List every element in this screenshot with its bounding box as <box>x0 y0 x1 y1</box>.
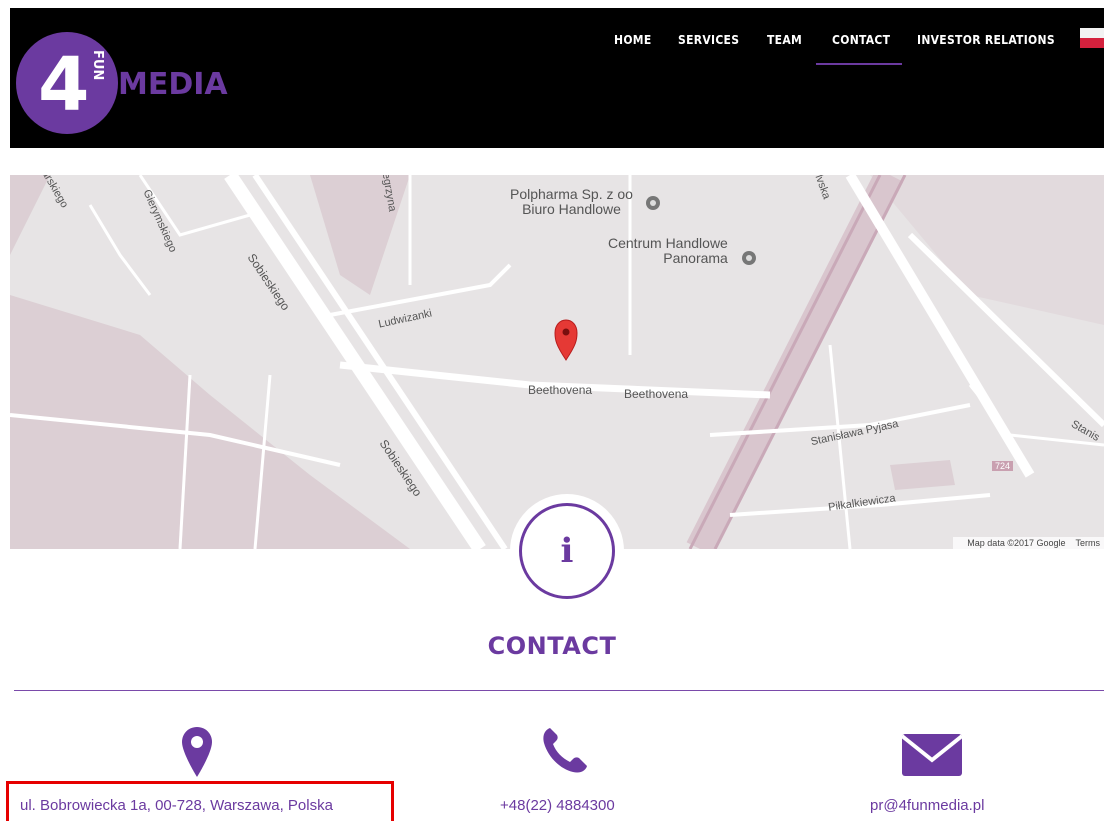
contact-email[interactable]: pr@4funmedia.pl <box>870 797 984 814</box>
envelope-icon <box>900 730 964 783</box>
google-map[interactable]: Polpharma Sp. z oo Biuro Handlowe Centrum… <box>10 175 1104 549</box>
map-attribution: Map data ©2017 Google <box>967 538 1066 548</box>
contact-phone[interactable]: +48(22) 4884300 <box>500 797 615 814</box>
section-divider <box>14 690 1104 691</box>
street-beethovena-1: Beethovena <box>528 383 593 397</box>
address-highlight-box <box>6 781 394 821</box>
road-724-badge: 724 <box>992 461 1014 471</box>
main-nav: HOME SERVICES TEAM CONTACT INVESTOR RELA… <box>10 8 1104 148</box>
location-pin-icon <box>180 725 214 784</box>
phone-icon <box>540 725 590 780</box>
nav-home[interactable]: HOME <box>614 33 652 47</box>
polish-flag-icon[interactable] <box>1080 28 1104 48</box>
poi-centrum-handlowe[interactable]: Centrum Handlowe Panorama <box>608 236 728 266</box>
street-beethovena-2: Beethovena <box>624 387 689 401</box>
map-terms-link[interactable]: Terms <box>1076 538 1101 548</box>
nav-services[interactable]: SERVICES <box>678 33 739 47</box>
nav-contact[interactable]: CONTACT <box>832 33 890 47</box>
info-badge: i <box>519 503 615 599</box>
site-header: 4 FUN MEDIA HOME SERVICES TEAM CONTACT I… <box>10 8 1104 148</box>
nav-active-underline <box>816 63 902 65</box>
contact-heading: CONTACT <box>487 632 617 660</box>
info-icon: i <box>560 531 574 571</box>
poi-polpharma[interactable]: Polpharma Sp. z oo Biuro Handlowe <box>510 187 633 217</box>
nav-team[interactable]: TEAM <box>767 33 802 47</box>
map-footer: Map data ©2017 Google Terms <box>953 537 1104 549</box>
nav-investor-relations[interactable]: INVESTOR RELATIONS <box>917 33 1055 47</box>
